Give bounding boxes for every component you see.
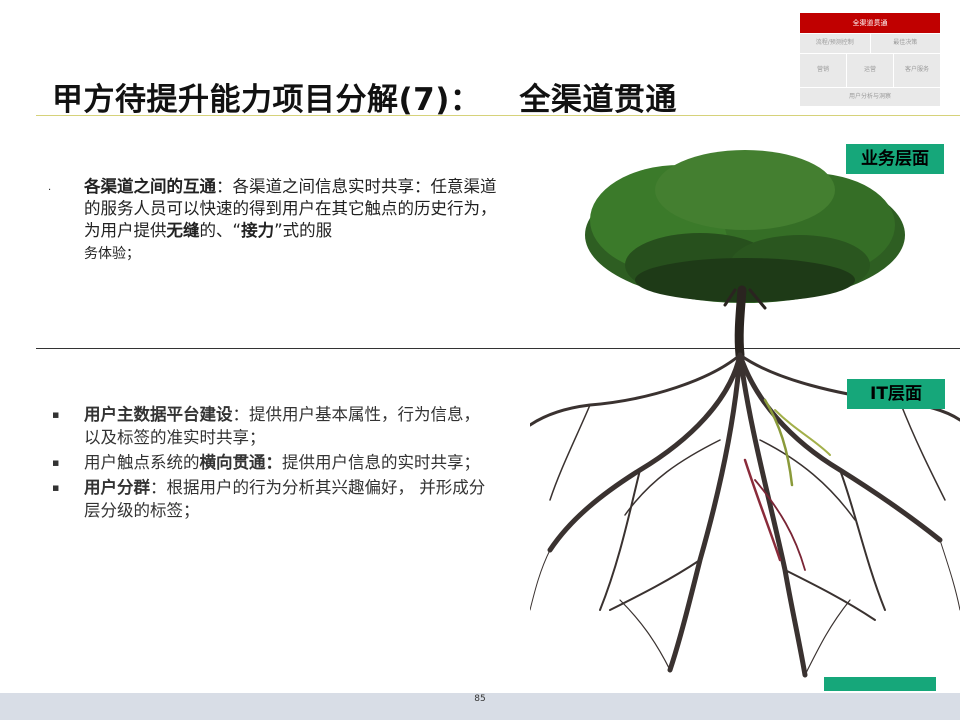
bullet: · [48, 185, 52, 196]
it-layer-list: ▪ 用户主数据平台建设：提供用户基本属性，行为信息，以及标签的准实时共享； ▪ … [48, 403, 488, 524]
page-title: 甲方待提升能力项目分解(7)： 全渠道贯通 [52, 74, 677, 119]
nav-row: 用户分析与洞察 [800, 88, 940, 106]
list-item-bold: 用户主数据平台建设 [84, 405, 233, 424]
business-term: 各渠道之间的互通 [84, 177, 216, 196]
business-bold-relay: 接力 [241, 221, 275, 240]
business-text: 的、“ [199, 221, 242, 240]
it-layer-tag: IT层面 [847, 379, 945, 409]
nav-row: 流程/预测控制 最佳决策 [800, 34, 940, 53]
list-item-text: 用户触点系统的 [84, 453, 200, 472]
list-item-text: 提供用户信息的实时共享； [282, 453, 480, 472]
list-item-bold: 用户分群 [84, 478, 150, 497]
nav-row: 营销 运营 客户服务 [800, 54, 940, 87]
title-divider [36, 115, 960, 116]
nav-header-active[interactable]: 全渠道贯通 [800, 13, 940, 33]
business-bold-seamless: 无缝 [166, 221, 200, 240]
bullet: ▪ [52, 408, 60, 421]
business-layer-text: · 各渠道之间的互通：各渠道之间信息实时共享：任意渠道的服务人员可以快速的得到用… [48, 176, 500, 265]
business-paragraph: 各渠道之间的互通：各渠道之间信息实时共享：任意渠道的服务人员可以快速的得到用户在… [84, 176, 500, 265]
business-text: ”式的服 [274, 221, 333, 240]
bullet: ▪ [52, 456, 60, 469]
list-item-bold: 横向贯通： [199, 453, 283, 472]
list-item: ▪ 用户主数据平台建设：提供用户基本属性，行为信息，以及标签的准实时共享； [48, 403, 488, 449]
nav-cell[interactable]: 营销 [800, 54, 846, 87]
business-layer-tag: 业务层面 [846, 144, 944, 174]
page-number: 85 [474, 694, 486, 704]
list-item: ▪ 用户触点系统的横向贯通：提供用户信息的实时共享； [48, 451, 488, 474]
nav-cell[interactable]: 运营 [847, 54, 893, 87]
nav-cell[interactable]: 流程/预测控制 [800, 34, 870, 53]
layer-tag-cropped [824, 677, 936, 691]
nav-matrix: 全渠道贯通 流程/预测控制 最佳决策 营销 运营 客户服务 用户分析与洞察 [800, 13, 940, 106]
tree-with-roots-illustration [530, 150, 960, 678]
nav-cell[interactable]: 客户服务 [894, 54, 940, 87]
bullet: ▪ [52, 481, 60, 494]
page-title-main: 甲方待提升能力项目分解(7)： [52, 82, 482, 118]
list-item: ▪ 用户分群：根据用户的行为分析其兴趣偏好， 并形成分层分级的标签； [48, 476, 488, 522]
nav-cell[interactable]: 最佳决策 [870, 34, 940, 53]
page-title-sub: 全渠道贯通 [519, 82, 677, 118]
nav-cell[interactable]: 用户分析与洞察 [800, 88, 940, 106]
business-text-tail: 务体验； [84, 246, 140, 262]
